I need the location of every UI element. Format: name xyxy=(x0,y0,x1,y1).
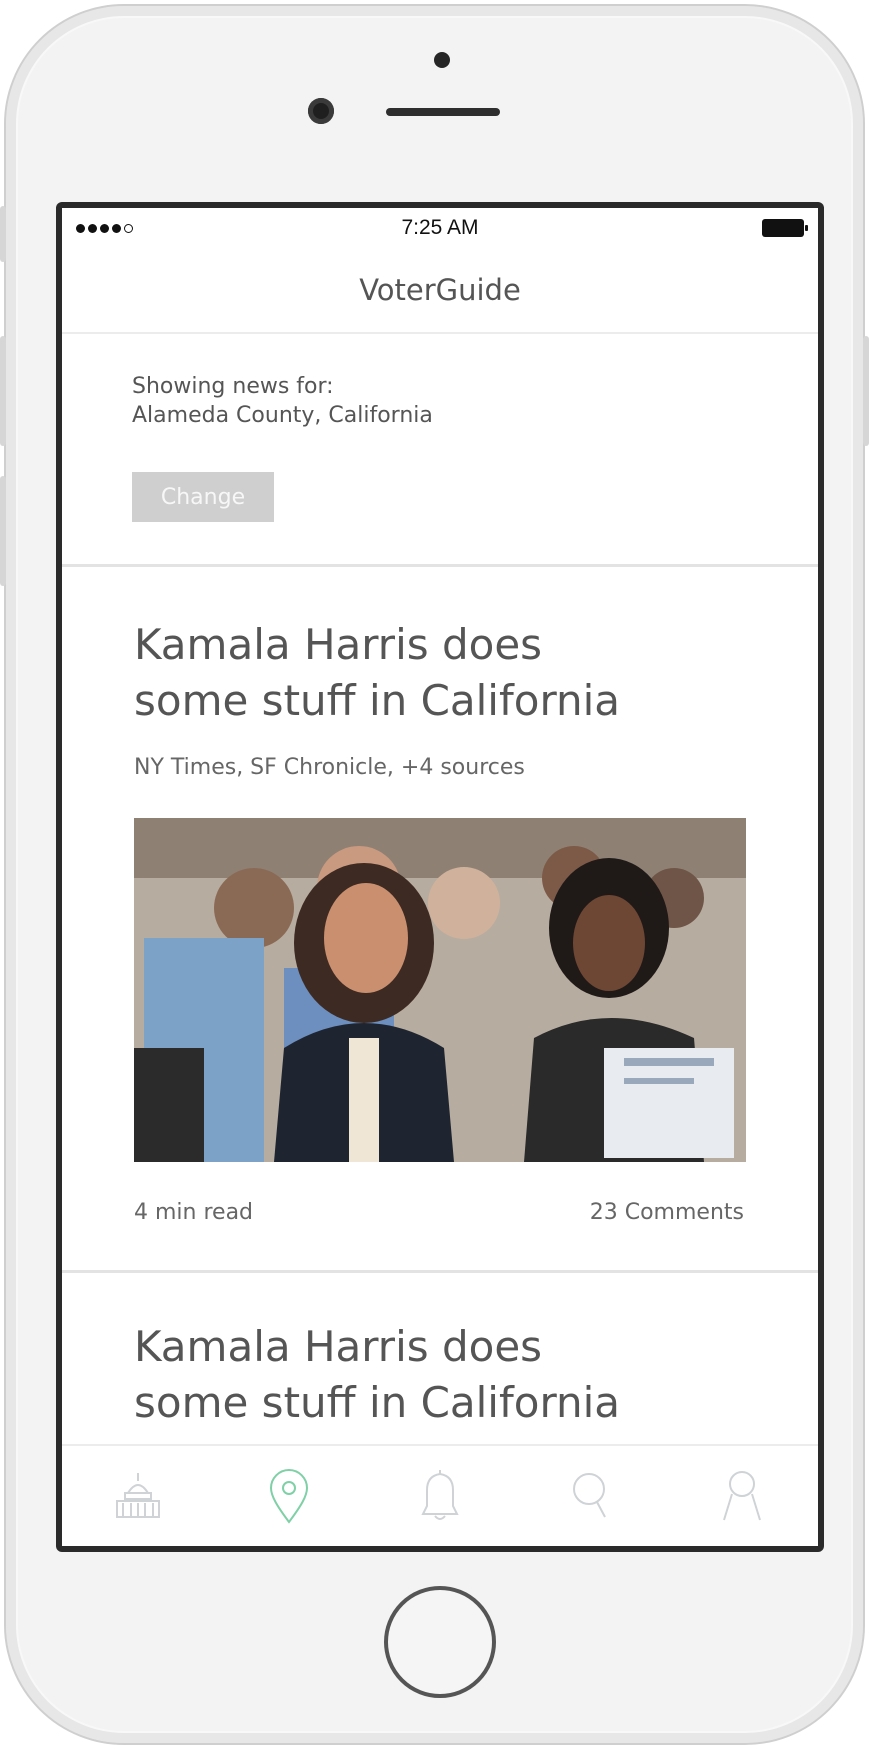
change-location-button[interactable]: Change xyxy=(132,472,274,522)
article-title-line: some stuff in California xyxy=(134,1378,621,1423)
tab-notifications[interactable] xyxy=(400,1461,480,1531)
article-footer: 4 min read 23 Comments xyxy=(134,1200,748,1225)
article-title-line: some stuff in California xyxy=(134,676,621,725)
location-label: Showing news for: xyxy=(132,374,334,399)
front-camera xyxy=(308,98,334,124)
tab-profile[interactable] xyxy=(702,1461,782,1531)
article-photo[interactable] xyxy=(134,818,746,1162)
article-sources[interactable]: NY Times, SF Chronicle, +4 sources xyxy=(134,755,748,780)
bell-icon xyxy=(421,1470,459,1520)
volume-down-button xyxy=(0,476,6,586)
app-viewport: 7:25 AM VoterGuide Showing news for: Ala… xyxy=(62,208,818,1546)
status-time: 7:25 AM xyxy=(401,216,479,239)
comments-link[interactable]: 23 Comments xyxy=(590,1200,744,1225)
article-title[interactable]: Kamala Harris does some stuff in Califor… xyxy=(134,1273,748,1423)
search-icon xyxy=(573,1473,607,1518)
app-title: VoterGuide xyxy=(62,248,818,334)
article-title[interactable]: Kamala Harris does some stuff in Califor… xyxy=(134,567,748,729)
capitol-icon xyxy=(115,1473,160,1518)
article-photo-illustration xyxy=(134,818,746,1162)
phone-frame: 7:25 AM VoterGuide Showing news for: Ala… xyxy=(0,4,869,1745)
article-title-line: Kamala Harris does xyxy=(134,620,543,669)
tab-search[interactable] xyxy=(551,1461,631,1531)
earpiece-speaker xyxy=(386,108,500,116)
tab-bar xyxy=(62,1444,818,1546)
proximity-sensor xyxy=(434,52,450,68)
battery-icon xyxy=(762,219,808,237)
location-value: Alameda County, California xyxy=(132,403,433,428)
location-pin-icon xyxy=(269,1469,308,1524)
volume-up-button xyxy=(0,336,6,446)
status-bar: 7:25 AM xyxy=(62,208,818,248)
power-button xyxy=(863,336,869,446)
location-section: Showing news for: Alameda County, Califo… xyxy=(62,334,818,567)
screen-bezel: 7:25 AM VoterGuide Showing news for: Ala… xyxy=(56,202,824,1552)
profile-icon xyxy=(723,1471,762,1521)
home-button[interactable] xyxy=(384,1586,496,1698)
article-card[interactable]: Kamala Harris does some stuff in Califor… xyxy=(62,567,818,1273)
read-time: 4 min read xyxy=(134,1200,254,1225)
tab-location[interactable] xyxy=(249,1461,329,1531)
article-title-line: Kamala Harris does xyxy=(134,1322,543,1371)
mute-switch xyxy=(0,206,6,262)
article-card[interactable]: Kamala Harris does some stuff in Califor… xyxy=(62,1273,818,1423)
tab-capitol[interactable] xyxy=(98,1461,178,1531)
